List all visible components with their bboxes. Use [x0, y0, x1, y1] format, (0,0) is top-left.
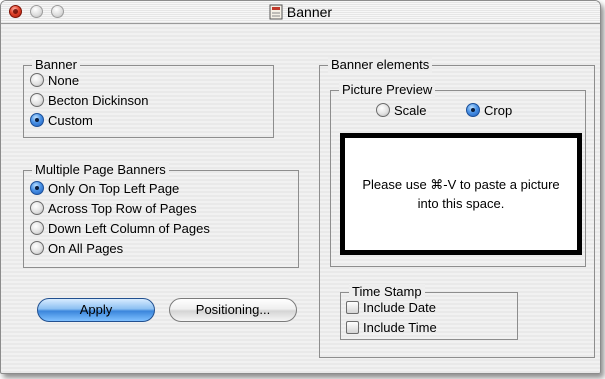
radio-banner-custom[interactable]: Custom: [30, 111, 93, 131]
radio-label: Crop: [484, 103, 513, 118]
radio-label: Across Top Row of Pages: [48, 201, 197, 216]
checkbox-icon[interactable]: [346, 321, 359, 334]
positioning-button[interactable]: Positioning...: [169, 298, 297, 322]
radio-banner-becton-dickinson[interactable]: Becton Dickinson: [30, 91, 148, 111]
radio-button-icon[interactable]: [30, 221, 44, 235]
radio-across-top-row[interactable]: Across Top Row of Pages: [30, 199, 197, 219]
checkbox-include-time[interactable]: Include Time: [346, 318, 437, 338]
radio-label: Becton Dickinson: [48, 93, 149, 108]
picture-paste-area[interactable]: Please use ⌘-V to paste a picture into t…: [340, 133, 582, 255]
radio-button-selected-icon[interactable]: [30, 181, 44, 195]
radio-label: Only On Top Left Page: [48, 181, 180, 196]
radio-only-top-left[interactable]: Only On Top Left Page: [30, 179, 179, 199]
radio-label: None: [48, 73, 80, 88]
radio-label: Down Left Column of Pages: [48, 221, 210, 236]
radio-scale[interactable]: Scale: [376, 101, 427, 121]
window-title-text: Banner: [286, 4, 333, 20]
radio-down-left-column[interactable]: Down Left Column of Pages: [30, 219, 210, 239]
radio-button-icon[interactable]: [376, 103, 390, 117]
radio-banner-none[interactable]: None: [30, 71, 79, 91]
checkbox-include-date[interactable]: Include Date: [346, 298, 436, 318]
radio-button-selected-icon[interactable]: [466, 103, 480, 117]
multiple-page-banners-group: Multiple Page Banners Only On Top Left P…: [23, 162, 299, 268]
multiple-page-banners-title: Multiple Page Banners: [32, 162, 169, 178]
checkbox-label: Include Time: [363, 320, 437, 335]
radio-crop[interactable]: Crop: [466, 101, 512, 121]
radio-label: Scale: [394, 103, 427, 118]
banner-elements-title: Banner elements: [328, 57, 433, 73]
radio-on-all-pages[interactable]: On All Pages: [30, 239, 123, 259]
banner-group: Banner None Becton Dickinson Custom: [23, 57, 274, 138]
radio-button-selected-icon[interactable]: [30, 113, 44, 127]
radio-button-icon[interactable]: [30, 73, 44, 87]
radio-button-icon[interactable]: [30, 93, 44, 107]
radio-label: On All Pages: [48, 241, 124, 256]
window-title: Banner: [1, 4, 600, 20]
checkbox-label: Include Date: [363, 300, 436, 315]
title-bar[interactable]: Banner: [1, 1, 600, 24]
radio-button-icon[interactable]: [30, 241, 44, 255]
apply-button[interactable]: Apply: [37, 298, 155, 322]
paste-instructions: Please use ⌘-V to paste a picture into t…: [362, 177, 560, 211]
banner-window: Banner Banner None Becton Dickinson Cust…: [0, 0, 601, 374]
banner-app-icon: [269, 4, 283, 20]
checkbox-icon[interactable]: [346, 301, 359, 314]
radio-label: Custom: [48, 113, 93, 128]
time-stamp-group: Time Stamp Include Date Include Time: [340, 284, 518, 340]
radio-button-icon[interactable]: [30, 201, 44, 215]
picture-preview-title: Picture Preview: [339, 82, 436, 98]
